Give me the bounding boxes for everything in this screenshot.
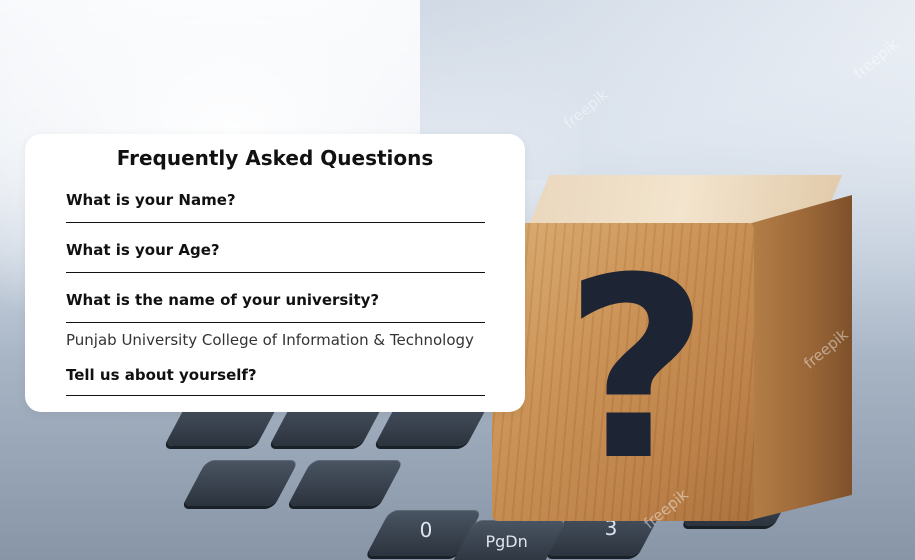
faq-divider: [66, 222, 485, 223]
faq-question[interactable]: What is your Age?: [66, 241, 485, 259]
faq-question[interactable]: Tell us about yourself?: [66, 366, 485, 384]
faq-answer: Punjab University College of Information…: [66, 331, 474, 349]
faq-item-university[interactable]: What is the name of your university? Pun…: [66, 291, 485, 349]
key-label: 0: [419, 518, 433, 542]
wooden-question-cube: ?: [492, 175, 852, 521]
question-mark-icon: ?: [564, 224, 710, 515]
key-label: PgDn: [485, 532, 528, 551]
faq-question[interactable]: What is your Name?: [66, 191, 485, 209]
keyboard-key: [287, 460, 404, 506]
keyboard-key: [182, 460, 299, 506]
faq-title: Frequently Asked Questions: [116, 146, 434, 170]
faq-divider: [66, 395, 485, 396]
faq-item-age[interactable]: What is your Age?: [66, 241, 485, 273]
faq-divider: [66, 322, 485, 323]
faq-divider: [66, 272, 485, 273]
faq-item-name[interactable]: What is your Name?: [66, 191, 485, 223]
faq-card: Frequently Asked Questions What is your …: [25, 134, 525, 412]
faq-question[interactable]: What is the name of your university?: [66, 291, 485, 309]
faq-item-about[interactable]: Tell us about yourself?: [66, 366, 485, 396]
